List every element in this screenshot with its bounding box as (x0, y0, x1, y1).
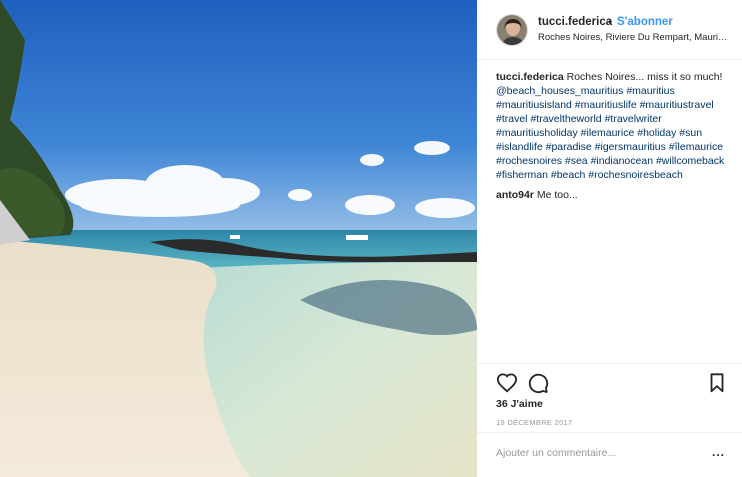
caption-word: much! (693, 71, 723, 83)
heart-icon[interactable] (496, 372, 518, 394)
separator-dot: • (608, 15, 613, 29)
caption-word: Roches (566, 71, 606, 83)
hashtag-link[interactable]: #fisherman (496, 169, 551, 181)
hashtag-link[interactable]: #travel (496, 113, 530, 125)
hashtag-link[interactable]: #islandlife (496, 141, 546, 153)
hashtag-link[interactable]: #indianocean (591, 155, 656, 167)
location-link[interactable]: Roches Noires, Riviere Du Rempart, Mauri… (538, 32, 728, 43)
hashtag-link[interactable]: #travelwriter (605, 113, 662, 125)
caption-word: Noires... (605, 71, 648, 83)
action-bar (477, 363, 742, 398)
hashtag-link[interactable]: #mauritiuslife (575, 99, 640, 111)
hashtag-link[interactable]: #sea (565, 155, 591, 167)
post-sidebar: tucci.federica • S'abonner Roches Noires… (477, 0, 742, 477)
hashtag-link[interactable]: #sun (679, 127, 702, 139)
hashtag-link[interactable]: #mauritiusisland (496, 99, 575, 111)
caption-username[interactable]: tucci.federica (496, 71, 564, 83)
hashtag-link[interactable]: #mauritiusholiday (496, 127, 581, 139)
beach-photo (0, 0, 477, 477)
caption-text: Roches Noires... miss it so much! @beach… (496, 71, 724, 181)
likes-count[interactable]: 36 J'aime (496, 398, 543, 410)
hashtag-link[interactable]: #mauritiustravel (640, 99, 714, 111)
mention-link[interactable]: @beach_houses_mauritius (496, 85, 626, 97)
hashtag-link[interactable]: #paradise (546, 141, 595, 153)
hashtag-link[interactable]: #ilemaurice (581, 127, 638, 139)
username-link[interactable]: tucci.federica (538, 16, 612, 28)
comment-username[interactable]: anto94r (496, 189, 534, 201)
hashtag-link[interactable]: #îlemaurice (669, 141, 723, 153)
avatar-image (497, 15, 527, 45)
caption-word: so (679, 71, 694, 83)
post-date: 19 DÉCEMBRE 2017 (496, 418, 573, 427)
caption-word: miss (647, 71, 672, 83)
comment-text: Me too... (536, 189, 578, 201)
more-options-icon[interactable]: ... (712, 445, 725, 459)
add-comment-bar: ... (477, 432, 742, 477)
caption: tucci.federica Roches Noires... miss it … (496, 70, 728, 182)
instagram-post: tucci.federica • S'abonner Roches Noires… (0, 0, 742, 477)
hashtag-link[interactable]: #rochesnoiresbeach (588, 169, 683, 181)
comment-item: anto94r Me too... (496, 188, 728, 202)
hashtag-link[interactable]: #holiday (637, 127, 679, 139)
bookmark-icon[interactable] (706, 372, 728, 394)
post-header: tucci.federica • S'abonner Roches Noires… (477, 0, 742, 60)
hashtag-link[interactable]: #traveltheworld (530, 113, 604, 125)
hashtag-link[interactable]: #mauritius (626, 85, 674, 97)
hashtag-link[interactable]: #beach (551, 169, 588, 181)
hashtag-link[interactable]: #igersmauritius (595, 141, 669, 153)
comments-section: tucci.federica Roches Noires... miss it … (496, 70, 728, 202)
follow-button[interactable]: S'abonner (617, 16, 673, 28)
hashtag-link[interactable]: #rochesnoires (496, 155, 565, 167)
avatar[interactable] (496, 14, 528, 46)
hashtag-link[interactable]: #willcomeback (656, 155, 724, 167)
add-comment-input[interactable] (496, 447, 696, 459)
caption-word: it (671, 71, 680, 83)
comment-bubble-icon[interactable] (527, 372, 549, 394)
post-photo[interactable] (0, 0, 477, 477)
